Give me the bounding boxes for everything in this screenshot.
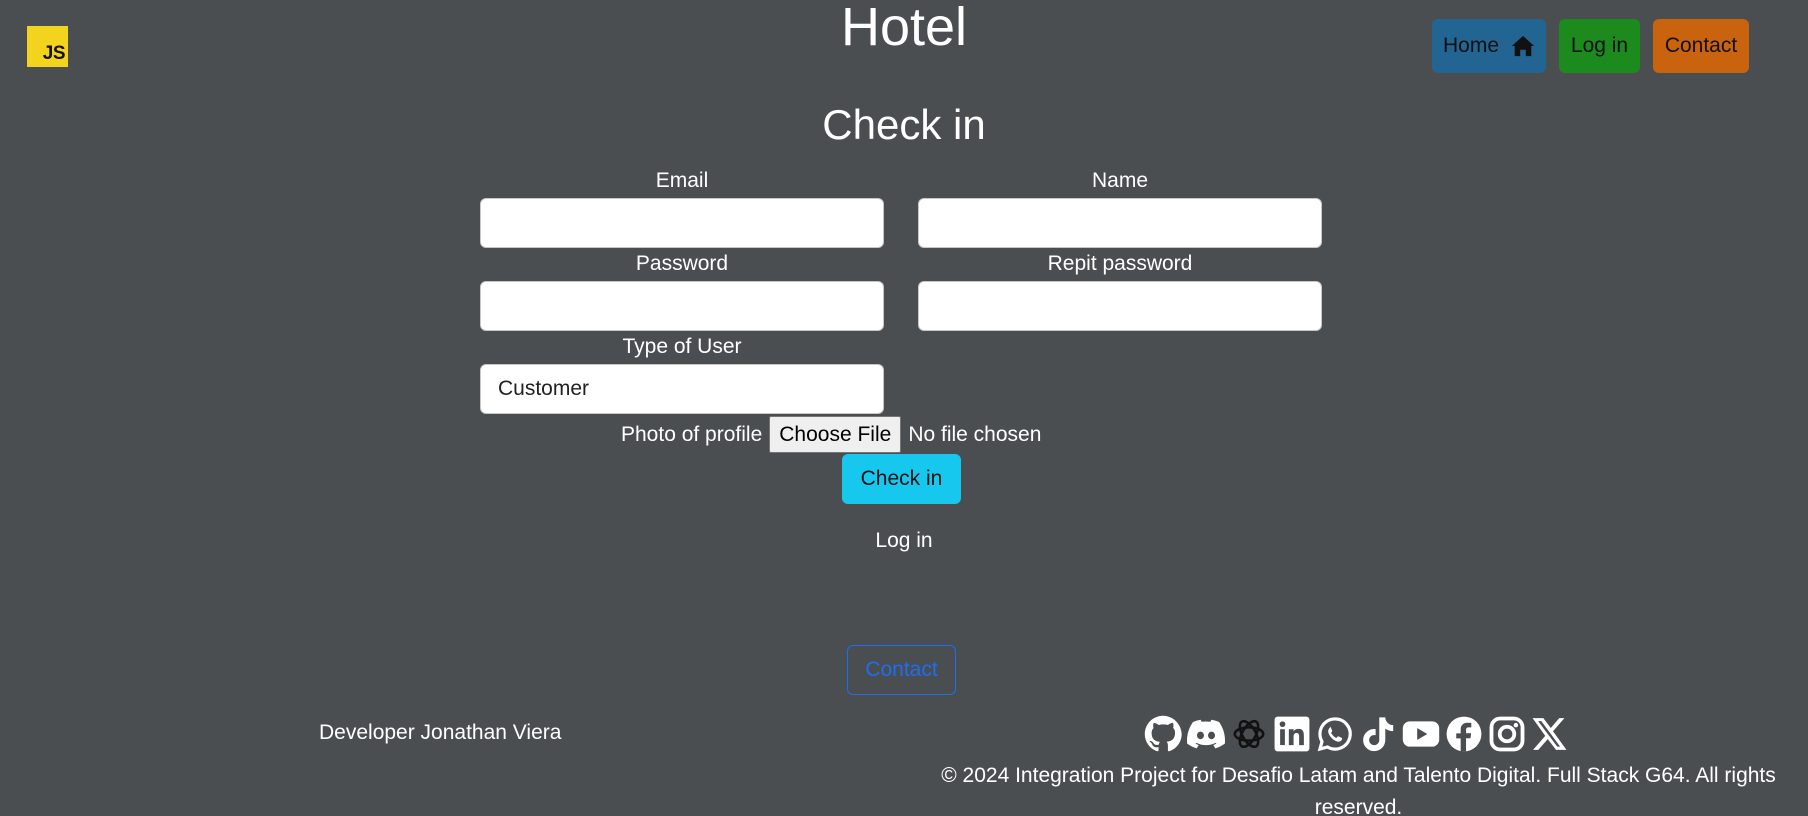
email-field[interactable] xyxy=(480,198,884,248)
name-field[interactable] xyxy=(918,198,1322,248)
user-type-select[interactable]: Customer xyxy=(480,364,884,414)
password-field[interactable] xyxy=(480,281,884,331)
x-icon[interactable] xyxy=(1531,715,1569,753)
openai-icon[interactable] xyxy=(1230,715,1268,753)
discord-icon[interactable] xyxy=(1187,715,1225,753)
check-in-button[interactable]: Check in xyxy=(842,454,961,504)
developer-credit: Developer Jonathan Viera xyxy=(319,721,562,744)
photo-row: Photo of profile Choose File No file cho… xyxy=(621,416,1041,453)
login-nav-label: Log in xyxy=(1570,34,1629,57)
choose-file-button[interactable]: Choose File xyxy=(769,416,902,453)
social-links xyxy=(1144,715,1569,753)
repeat-password-field[interactable] xyxy=(918,281,1322,331)
name-label: Name xyxy=(1091,169,1149,192)
tiktok-icon[interactable] xyxy=(1359,715,1397,753)
linkedin-icon[interactable] xyxy=(1273,715,1311,753)
github-icon[interactable] xyxy=(1144,715,1182,753)
file-status: No file chosen xyxy=(908,422,1042,446)
contact-button[interactable]: Contact xyxy=(847,645,956,695)
top-nav: Home Log in Contact xyxy=(1432,19,1749,73)
repeat-password-label: Repit password xyxy=(1047,252,1193,275)
user-type-value: Customer xyxy=(498,377,590,400)
photo-label: Photo of profile xyxy=(621,422,763,446)
page-heading: Check in xyxy=(822,101,986,148)
home-button[interactable]: Home xyxy=(1432,19,1546,73)
email-label: Email xyxy=(655,169,709,192)
contact-nav-label: Contact xyxy=(1664,34,1738,57)
user-type-label: Type of User xyxy=(622,335,742,358)
home-label: Home xyxy=(1443,34,1500,57)
house-icon xyxy=(1511,35,1535,57)
youtube-icon[interactable] xyxy=(1402,715,1440,753)
page: JS Hotel Home Log in Contact Check in Em… xyxy=(0,0,1808,816)
login-nav-button[interactable]: Log in xyxy=(1559,19,1640,73)
facebook-icon[interactable] xyxy=(1445,715,1483,753)
whatsapp-icon[interactable] xyxy=(1316,715,1354,753)
instagram-icon[interactable] xyxy=(1488,715,1526,753)
password-label: Password xyxy=(635,252,729,275)
copyright-text: © 2024 Integration Project for Desafio L… xyxy=(941,764,1776,816)
contact-nav-button[interactable]: Contact xyxy=(1653,19,1749,73)
login-link[interactable]: Log in xyxy=(0,529,1808,553)
